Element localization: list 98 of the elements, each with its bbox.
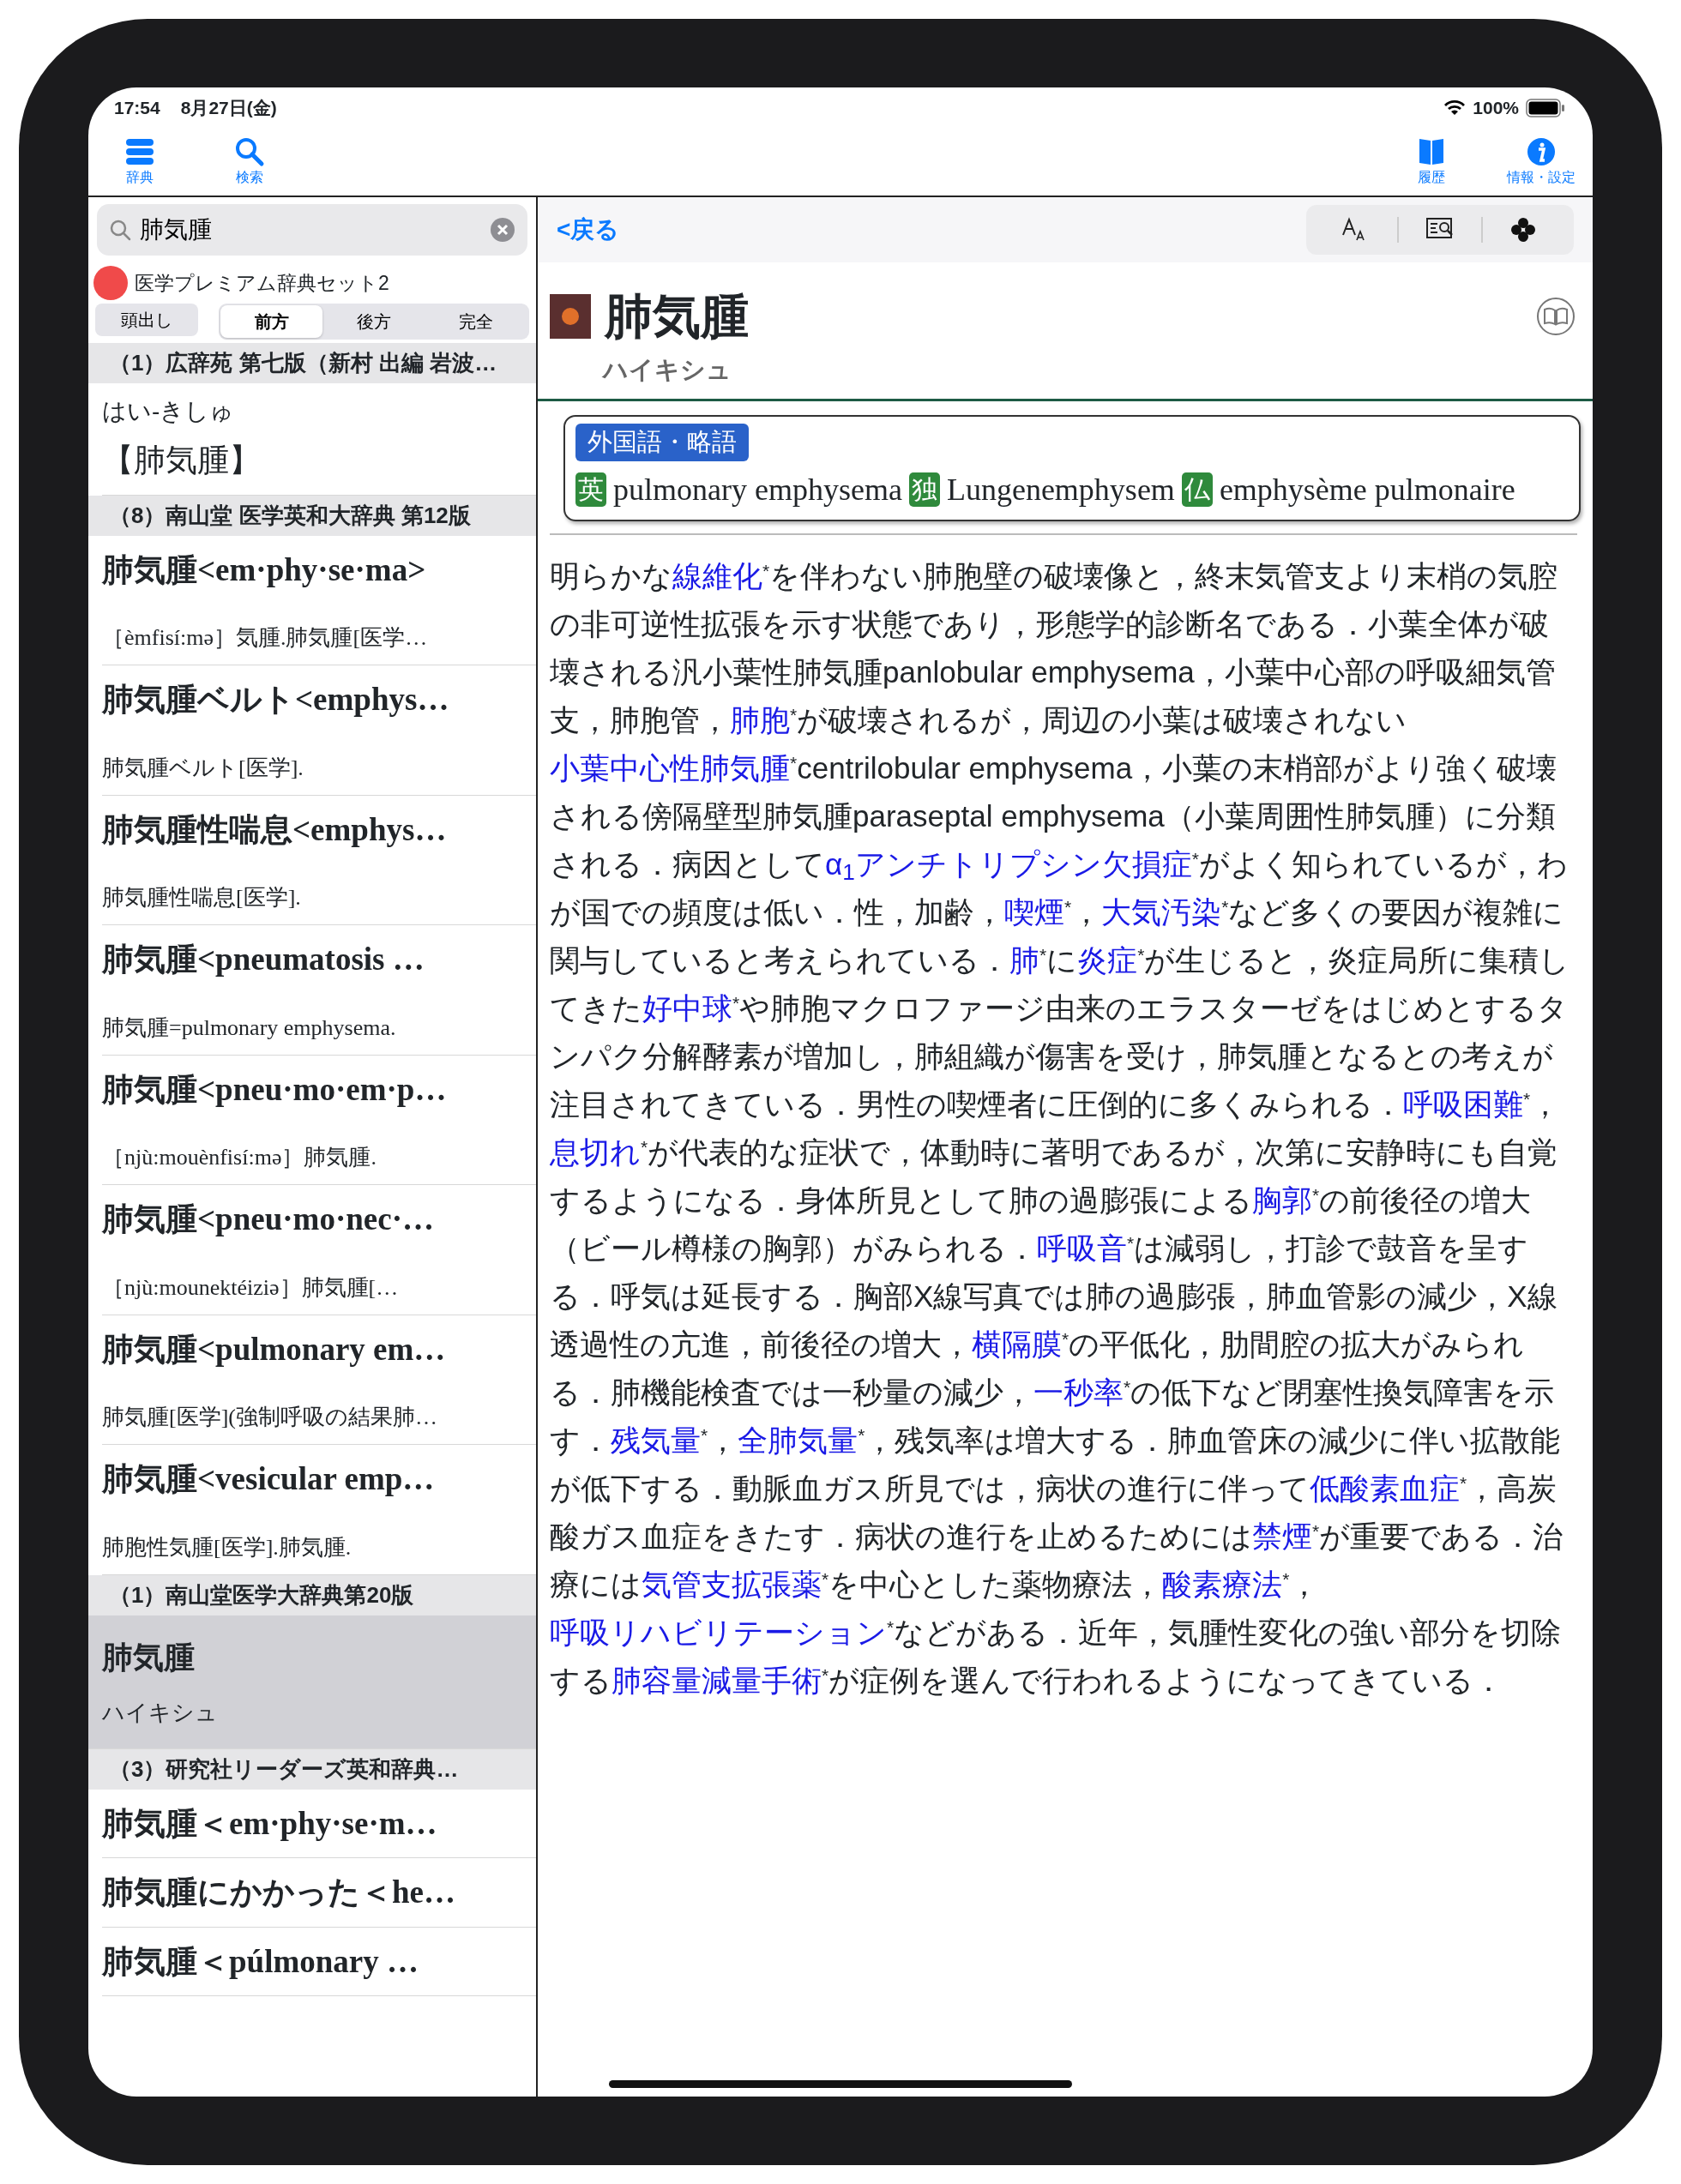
term-link[interactable]: 全肺気量 — [738, 1423, 859, 1457]
term-link[interactable]: 低酸素血症 — [1310, 1471, 1460, 1505]
open-book-icon[interactable] — [1536, 296, 1576, 336]
result-row[interactable]: 肺気腫＜em·phy·se·m… — [102, 1789, 536, 1858]
clear-icon[interactable] — [490, 217, 515, 243]
search-field[interactable]: 肺気腫 — [97, 204, 527, 256]
dictionary-header: （3）研究社リーダーズ英和辞典… — [88, 1748, 536, 1790]
headword-text: 肺気腫 — [102, 1638, 196, 1676]
term-link[interactable]: 胸郭 — [1252, 1182, 1312, 1217]
term-link[interactable]: 酸素療法 — [1162, 1567, 1283, 1601]
term-link[interactable]: 息切れ — [550, 1134, 641, 1169]
result-row[interactable]: 肺気腫 ハイキシュ — [88, 1615, 536, 1749]
result-row[interactable]: 肺気腫性喘息<emphys… 肺気腫性喘息[医学]. — [102, 795, 536, 925]
search-mode-tab[interactable]: 後方 — [322, 305, 425, 338]
term-link[interactable]: 横隔膜 — [972, 1327, 1062, 1361]
term-link[interactable]: 喫煙 — [1004, 894, 1064, 929]
search-mode-tab[interactable]: 頭出し — [95, 304, 198, 336]
search-icon — [109, 219, 131, 241]
term-link[interactable]: 呼吸音 — [1037, 1230, 1127, 1265]
term-link[interactable]: 炎症 — [1077, 942, 1138, 977]
wifi-icon — [1443, 99, 1467, 117]
term-link[interactable]: 禁煙 — [1252, 1519, 1312, 1553]
dictionary-header: （8）南山堂 医学英和大辞典 第12版 — [88, 495, 536, 536]
reading-text: はい‐きしゅ — [102, 397, 236, 426]
gloss-text: ［njù:mouènfisí:mə］肺気腫. — [102, 1144, 377, 1171]
result-row[interactable]: 肺気腫<pneumatosis … 肺気腫=pulmonary emphysema. — [102, 925, 536, 1056]
entry-title: 肺気腫 — [605, 290, 749, 343]
back-link[interactable]: <戻る — [557, 212, 620, 248]
language-tag: 独 — [908, 472, 940, 507]
gloss-text: ［njù:mounektéiziə］肺気腫[… — [102, 1273, 400, 1302]
toolbar-button[interactable]: 辞典 — [105, 136, 174, 188]
foreign-term: emphysème pulmonaire — [1219, 471, 1515, 508]
language-tag: 英 — [575, 472, 606, 507]
toolbar-button[interactable]: 情報・設定 — [1507, 136, 1576, 188]
headword-text: 肺気腫性喘息<emphys… — [102, 810, 448, 849]
gloss-text: 肺気腫[医学](強制呼吸の結果肺… — [102, 1404, 438, 1431]
reading-text: ハイキシュ — [102, 1698, 219, 1727]
headword-text: 肺気腫<vesicular emp… — [102, 1460, 436, 1498]
gloss-text: ［èmfisí:mə］気腫.肺気腫[医学… — [102, 624, 429, 652]
foreign-term: Lungenemphysem — [946, 471, 1175, 508]
status-time: 17:54 — [114, 97, 160, 120]
book-cover-icon — [550, 293, 591, 339]
headword-text: 肺気腫<pulmonary em… — [102, 1330, 447, 1369]
term-link[interactable]: 好中球 — [642, 990, 732, 1025]
headword-text: 肺気腫ベルト<emphys… — [102, 681, 450, 719]
battery-percent: 100% — [1473, 97, 1519, 120]
battery-icon — [1526, 99, 1565, 117]
gloss-text: 肺気腫ベルト[医学]. — [102, 754, 304, 782]
info-icon — [1526, 136, 1557, 167]
foreign-term: pulmonary emphysema — [613, 471, 902, 508]
dictionary-dot — [93, 266, 128, 300]
result-row[interactable]: 肺気腫＜púlmonary … — [102, 1927, 536, 1996]
headword-text: 肺気腫にかかった＜he… — [102, 1874, 456, 1911]
result-row[interactable]: 肺気腫<pneu·mo·em·p… ［njù:mouènfisí:mə］肺気腫. — [102, 1055, 536, 1185]
toolbar-button[interactable]: 検索 — [215, 136, 284, 188]
search-input[interactable]: 肺気腫 — [138, 211, 483, 249]
term-link[interactable]: 呼吸困難 — [1403, 1086, 1523, 1121]
headword-text: 肺気腫<em·phy·se·ma> — [102, 551, 427, 589]
headword-text: 肺気腫<pneu·mo·em·p… — [102, 1070, 448, 1109]
status-date: 8月27日(金) — [180, 97, 277, 120]
headword-text: 肺気腫<pneumatosis … — [102, 941, 425, 978]
article-paragraph: 明らかな線維化$^{*}$を伴わない肺胞壁の破壊像と，終末気管支より末梢の気腔の非可逆性拡張を示す状態であり，形態学的診断名である．小葉全体が破壊される汎小葉性肺気腫panlobular emphysema，小葉中心部の呼吸細気管支，肺胞管，肺胞$^{*}$が破壊されるが，周辺の小葉は破壊されない 小葉中心性肺気腫$^{*}$centrilobular emphysema，小葉の末梢部がより強く破壊される傍隔壁型肺気腫paraseptal emphysema（小葉周囲性肺気腫）に分類される．病因としてα$_{1}$アンチトリプシン欠損症$^{*}$がよく知られているが，わが国での頻度は低い．性，加齢，喫煙$^{*}$，大気汚染$^{*}$など多くの要因が複雑に関与していると考えられている．肺$^{*}$に炎症$^{*}$が生じると，炎症局所に集積してきた好中球$^{*}$や肺胞マクロファージ由来のエラスターゼをはじめとするタンパク分解酵素が増加し，肺組織が傷害を受け，肺気腫となるとの考えが注目されてきている．男性の喫煙者に圧倒的に多くみられる．呼吸困難$^{*}$， 息切れ$^{*}$が代表的な症状で，体動時に著明であるが，次第に安静時にも自覚するようになる．身体所見として肺の過膨張による胸郭$^{*}$の前後径の増大（ビール樽様の胸郭）がみられる．呼吸音$^{*}$は減弱し，打診で鼓音を呈する．呼気は延長する．胸部X線写真では肺の過膨張，肺血管影の減少，X線透過性の亢進，前後径の増大，横隔膜$^{*}$の平低化，肋間腔の拡大がみられる．肺機能検査では一秒量の減少，一秒率$^{*}$の低下など閉塞性換気障害を示す．残気量$^{*}$，全肺気量$^{*}$，残気率は増大する．肺血管床の減少に伴い拡散能が低下する．動脈血ガス所見では，病状の進行に伴って低酸素血症$^{*}$，高炭酸ガス血症をきたす．病状の進行を止めるためには禁煙$^{*}$が重要である．治療には気管支拡張薬$^{*}$を中心とした薬物療法，酸素療法$^{*}$， 呼吸リハビリテーション$^{*}$などがある．近年，気腫性変化の強い部分を切除する肺容量減量手術$^{*}$が症例を選んで行われるようになってきている． — [549, 557, 1571, 1699]
entry-reading: ハイキシュ — [603, 354, 732, 385]
headword-text: 肺気腫＜em·phy·se·m… — [102, 1804, 438, 1843]
headword-text: 【肺気腫】 — [102, 442, 262, 479]
gloss-text: 肺気腫性喘息[医学]. — [102, 884, 302, 912]
search-mode-tab[interactable]: 完全 — [425, 305, 527, 338]
headword-text: 肺気腫＜púlmonary … — [102, 1942, 419, 1981]
term-link[interactable]: 肺 — [1009, 942, 1039, 977]
term-link[interactable]: 呼吸リハビリテーション — [550, 1615, 887, 1649]
term-link[interactable]: α$_{1}$アンチトリプシン欠損症 — [825, 846, 1192, 881]
dictionary-set-name[interactable]: 医学プレミアム辞典セット2 — [135, 268, 389, 298]
headword-text: 肺気腫<pneu·mo·nec·… — [102, 1200, 435, 1238]
term-link[interactable]: 大気汚染 — [1101, 894, 1222, 929]
term-link[interactable]: 残気量 — [611, 1423, 701, 1457]
term-link[interactable]: 肺容量減量手術 — [612, 1663, 822, 1697]
gloss-text: 肺胞性気腫[医学].肺気腫. — [102, 1533, 352, 1561]
term-link[interactable]: 一秒率 — [1033, 1375, 1124, 1409]
result-row[interactable]: 肺気腫にかかった＜he… — [102, 1858, 536, 1928]
result-row[interactable]: 肺気腫<pulmonary em… 肺気腫[医学](強制呼吸の結果肺… — [102, 1315, 536, 1445]
result-row[interactable]: 肺気腫<vesicular emp… 肺胞性気腫[医学].肺気腫. — [102, 1445, 536, 1575]
term-link[interactable]: 肺胞 — [730, 702, 790, 737]
section-label: 外国語・略語 — [575, 424, 749, 461]
result-row[interactable]: 肺気腫<em·phy·se·ma> ［èmfisí:mə］気腫.肺気腫[医学… — [102, 535, 536, 665]
result-row[interactable]: 肺気腫ベルト<emphys… 肺気腫ベルト[医学]. — [102, 665, 536, 796]
gloss-text: 肺気腫=pulmonary emphysema. — [102, 1014, 397, 1042]
term-link[interactable]: 気管支拡張薬 — [642, 1567, 822, 1601]
language-tag: 仏 — [1181, 472, 1213, 507]
result-row[interactable]: 肺気腫<pneu·mo·nec·… ［njù:mounektéiziə］肺気腫[… — [102, 1185, 536, 1315]
dictionary-header: （1）南山堂医学大辞典第20版 — [88, 1574, 536, 1615]
stack-icon — [124, 136, 155, 167]
term-link[interactable]: 小葉中心性肺気腫 — [550, 750, 790, 785]
term-link[interactable]: 線維化 — [672, 558, 762, 593]
search-mode-tab[interactable]: 前方 — [220, 305, 323, 338]
toolbar-button[interactable]: 履歴 — [1397, 136, 1466, 188]
dictionary-header: （1）広辞苑 第七版（新村 出編 岩波… — [88, 343, 536, 383]
search-icon — [234, 136, 265, 167]
result-row[interactable]: はい‐きしゅ 【肺気腫】 — [102, 383, 536, 496]
